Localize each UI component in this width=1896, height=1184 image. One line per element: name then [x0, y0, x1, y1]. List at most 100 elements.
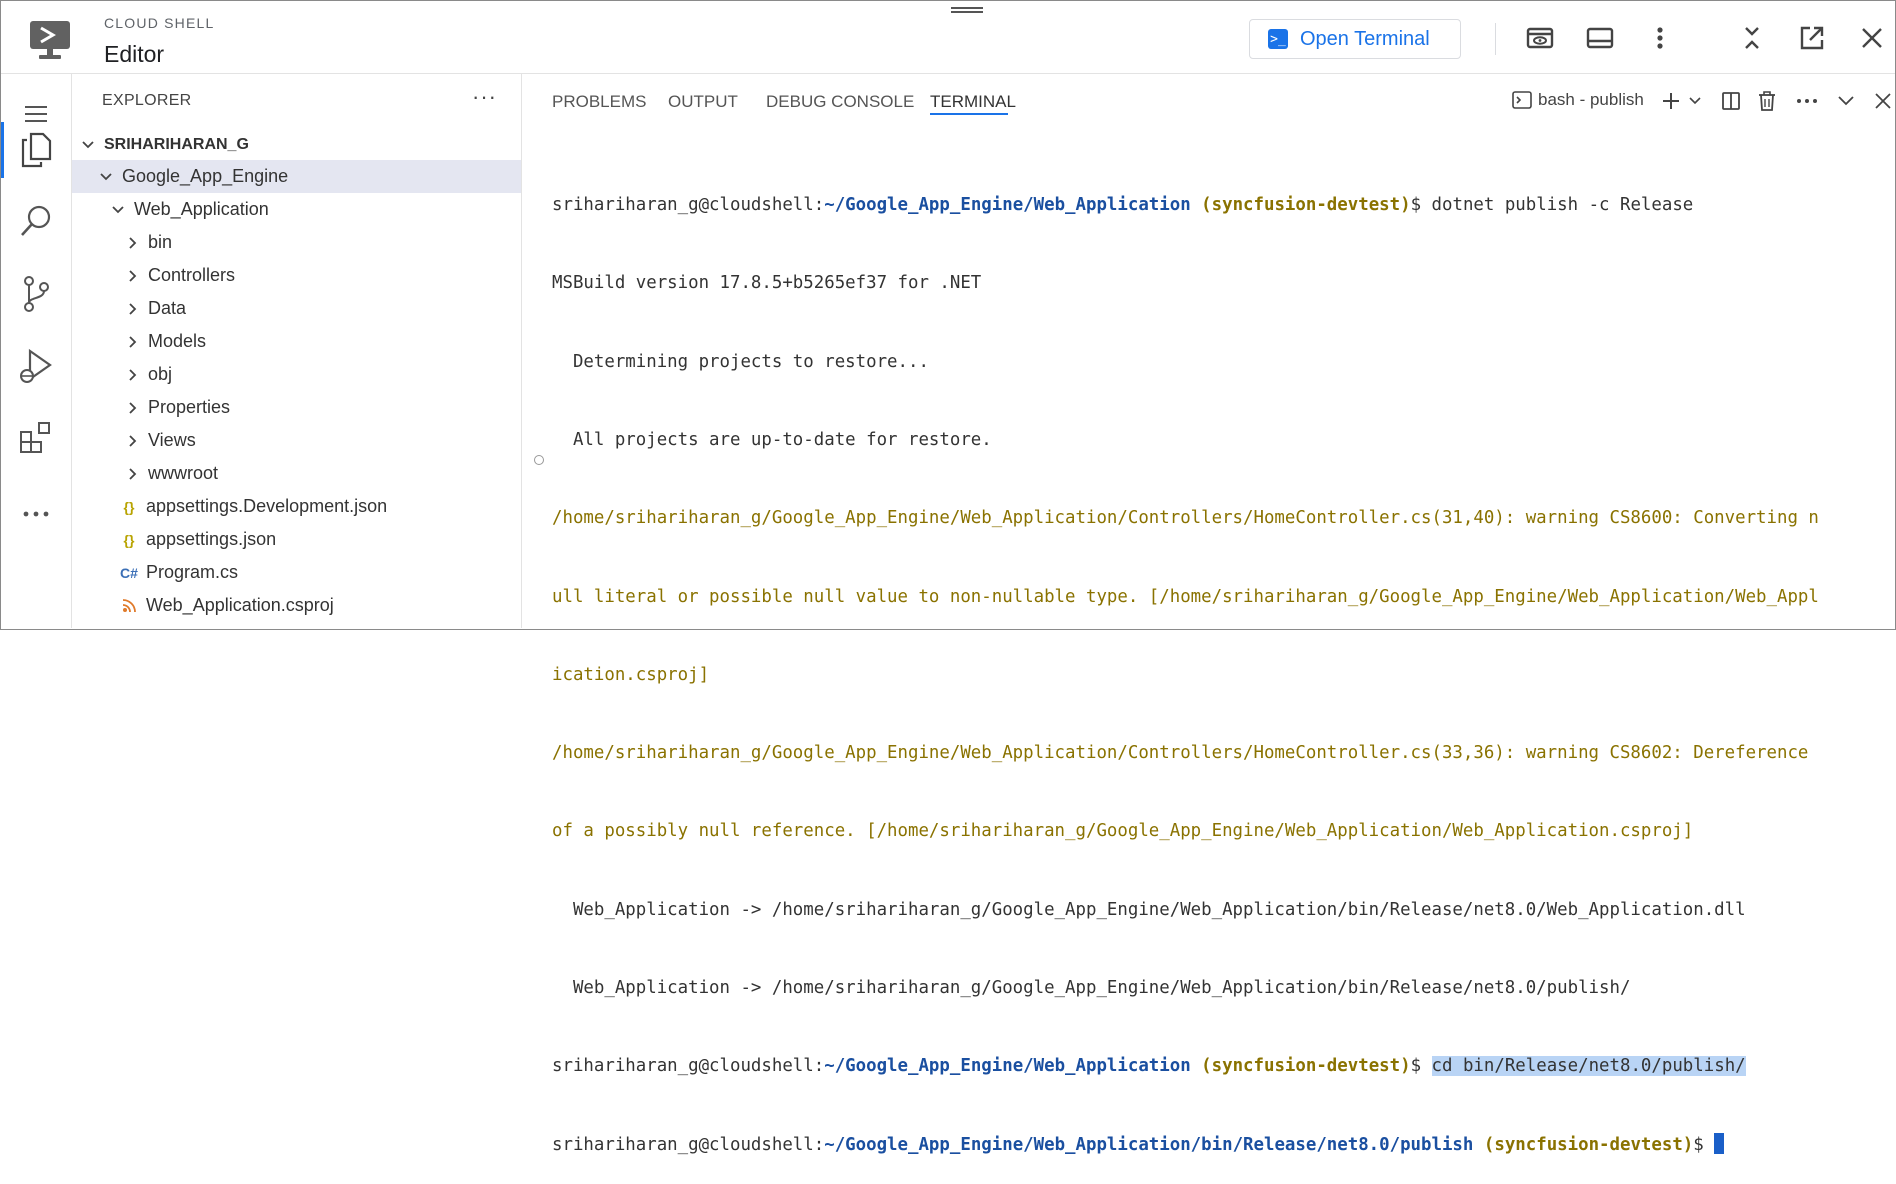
- tree-folder-wwwroot[interactable]: wwwroot: [72, 457, 521, 490]
- tree-folder-bin[interactable]: bin: [72, 226, 521, 259]
- tree-folder-properties[interactable]: Properties: [72, 391, 521, 424]
- prompt-path: ~/Google_App_Engine/Web_Application/bin/…: [824, 1134, 1474, 1155]
- minimize-icon[interactable]: [1735, 21, 1769, 55]
- tab-output[interactable]: OUTPUT: [668, 92, 738, 112]
- tree-folder-data[interactable]: Data: [72, 292, 521, 325]
- tree-file-program-cs[interactable]: C# Program.cs: [72, 556, 521, 589]
- prompt-project: (syncfusion-devtest): [1201, 1056, 1411, 1077]
- tree-folder-web-application[interactable]: Web_Application: [72, 193, 521, 226]
- terminal-line: Web_Application -> /home/srihariharan_g/…: [552, 978, 1631, 998]
- page-title: Editor: [104, 41, 165, 67]
- close-panel-icon[interactable]: [1870, 88, 1896, 114]
- tree-item-label: Controllers: [148, 265, 236, 285]
- warning-line: ull literal or possible null value to no…: [552, 586, 1819, 607]
- open-in-new-window-icon[interactable]: [1795, 21, 1829, 55]
- source-control-icon[interactable]: [1, 266, 71, 322]
- new-terminal-plus-icon[interactable]: [1658, 88, 1684, 114]
- tree-folder-views[interactable]: Views: [72, 424, 521, 457]
- tab-debug-console[interactable]: DEBUG CONSOLE: [766, 92, 914, 112]
- open-terminal-button[interactable]: >_ Open Terminal: [1249, 19, 1461, 59]
- chevron-down-icon[interactable]: [1833, 88, 1859, 114]
- preview-icon[interactable]: [1523, 21, 1557, 55]
- tree-file-appsettings[interactable]: {} appsettings.json: [72, 523, 521, 556]
- tree-root[interactable]: SRIHARIHARAN_G: [72, 128, 521, 161]
- extensions-icon[interactable]: [1, 410, 71, 466]
- close-icon[interactable]: [1855, 21, 1889, 55]
- prompt-user: srihariharan_g@cloudshell:: [552, 1134, 825, 1155]
- toolbar-divider: [1495, 23, 1496, 55]
- toggle-panel-icon[interactable]: [1583, 21, 1617, 55]
- prompt-path: ~/Google_App_Engine/Web_Application: [824, 195, 1191, 216]
- explorer-sidebar: EXPLORER ··· SRIHARIHARAN_G Google_App_E…: [72, 74, 522, 628]
- tree-folder-google-app-engine[interactable]: Google_App_Engine: [72, 160, 521, 193]
- terminal-line: All projects are up-to-date for restore.: [552, 430, 992, 451]
- prompt-sign: $: [1410, 1056, 1432, 1077]
- warning-line: /home/srihariharan_g/Google_App_Engine/W…: [552, 508, 1819, 529]
- command-text: dotnet publish -c Release: [1431, 195, 1694, 216]
- tree-item-label: Views: [148, 430, 196, 450]
- prompt-sign: $: [1410, 195, 1432, 216]
- run-debug-icon[interactable]: [1, 338, 71, 394]
- terminal-shell-icon: [1512, 90, 1532, 110]
- csharp-file-icon: C#: [120, 564, 138, 581]
- terminal-name-label: bash - publish: [1538, 90, 1644, 109]
- open-terminal-label: Open Terminal: [1300, 27, 1430, 50]
- tab-terminal[interactable]: TERMINAL: [930, 92, 1016, 112]
- chevron-down-icon: [110, 202, 126, 218]
- tree-item-label: Web_Application: [134, 199, 269, 219]
- terminal-icon: >_: [1268, 29, 1288, 49]
- tree-folder-models[interactable]: Models: [72, 325, 521, 358]
- tree-folder-obj[interactable]: obj: [72, 358, 521, 391]
- active-tab-underline: [930, 113, 1008, 115]
- tree-folder-controllers[interactable]: Controllers: [72, 259, 521, 292]
- explorer-more-icon[interactable]: ···: [472, 84, 497, 110]
- top-header: CLOUD SHELL Editor >_ Open Terminal: [1, 1, 1895, 74]
- more-horiz-icon[interactable]: [1794, 88, 1820, 114]
- tab-problems[interactable]: PROBLEMS: [552, 92, 646, 112]
- cloud-shell-logo-icon: [27, 19, 73, 61]
- prompt-path: ~/Google_App_Engine/Web_Application: [824, 1056, 1191, 1077]
- prompt-project: (syncfusion-devtest): [1201, 195, 1411, 216]
- terminal-line: Web_Application -> /home/srihariharan_g/…: [552, 899, 1746, 920]
- tree-file-csproj[interactable]: Web_Application.csproj: [72, 589, 521, 622]
- terminal-line: Determining projects to restore...: [552, 351, 929, 372]
- drag-handle-icon[interactable]: [951, 7, 983, 13]
- terminal-cursor: [1714, 1132, 1725, 1154]
- prompt-user: srihariharan_g@cloudshell:: [552, 195, 825, 216]
- prompt-sign: $: [1693, 1134, 1715, 1155]
- command-decoration-icon: [534, 455, 544, 465]
- warning-line: ication.csproj]: [552, 664, 710, 685]
- tree-item-label: Web_Application.csproj: [146, 595, 334, 615]
- tree-item-label: Google_App_Engine: [122, 166, 289, 186]
- tree-item-label: Data: [148, 298, 187, 318]
- terminal-line: srihariharan_g@cloudshell:~/Google_App_E…: [552, 1053, 1882, 1079]
- chevron-right-icon: [124, 367, 140, 383]
- rss-file-icon: [120, 598, 138, 613]
- trash-icon[interactable]: [1754, 88, 1780, 114]
- chevron-right-icon: [124, 466, 140, 482]
- split-terminal-icon[interactable]: [1718, 88, 1744, 114]
- terminal-line: MSBuild version 17.8.5+b5265ef37 for .NE…: [552, 273, 982, 294]
- warning-line: of a possibly null reference. [/home/sri…: [552, 821, 1694, 842]
- tree-root-label: SRIHARIHARAN_G: [104, 135, 249, 153]
- more-vert-icon[interactable]: [1643, 21, 1677, 55]
- chevron-right-icon: [124, 433, 140, 449]
- prompt-project: (syncfusion-devtest): [1483, 1134, 1694, 1155]
- tree-item-label: Properties: [148, 397, 231, 417]
- chevron-right-icon: [124, 268, 140, 284]
- activity-bar: [1, 74, 72, 628]
- chevron-down-icon[interactable]: [1682, 88, 1708, 114]
- chevron-right-icon: [124, 301, 140, 317]
- more-horiz-icon[interactable]: [1, 486, 71, 542]
- search-icon[interactable]: [1, 194, 71, 250]
- terminal-output[interactable]: srihariharan_g@cloudshell:~/Google_App_E…: [552, 140, 1882, 1184]
- explorer-files-icon[interactable]: [1, 122, 71, 178]
- tree-item-label: bin: [148, 232, 173, 252]
- tree-item-label: appsettings.Development.json: [146, 496, 388, 516]
- tree-item-label: obj: [148, 364, 173, 384]
- json-file-icon: {}: [123, 531, 135, 548]
- tree-file-appsettings-development[interactable]: {} appsettings.Development.json: [72, 490, 521, 523]
- terminal-selector[interactable]: bash - publish: [1512, 90, 1644, 110]
- prompt-user: srihariharan_g@cloudshell:: [552, 1056, 825, 1077]
- explorer-title: EXPLORER: [102, 92, 192, 109]
